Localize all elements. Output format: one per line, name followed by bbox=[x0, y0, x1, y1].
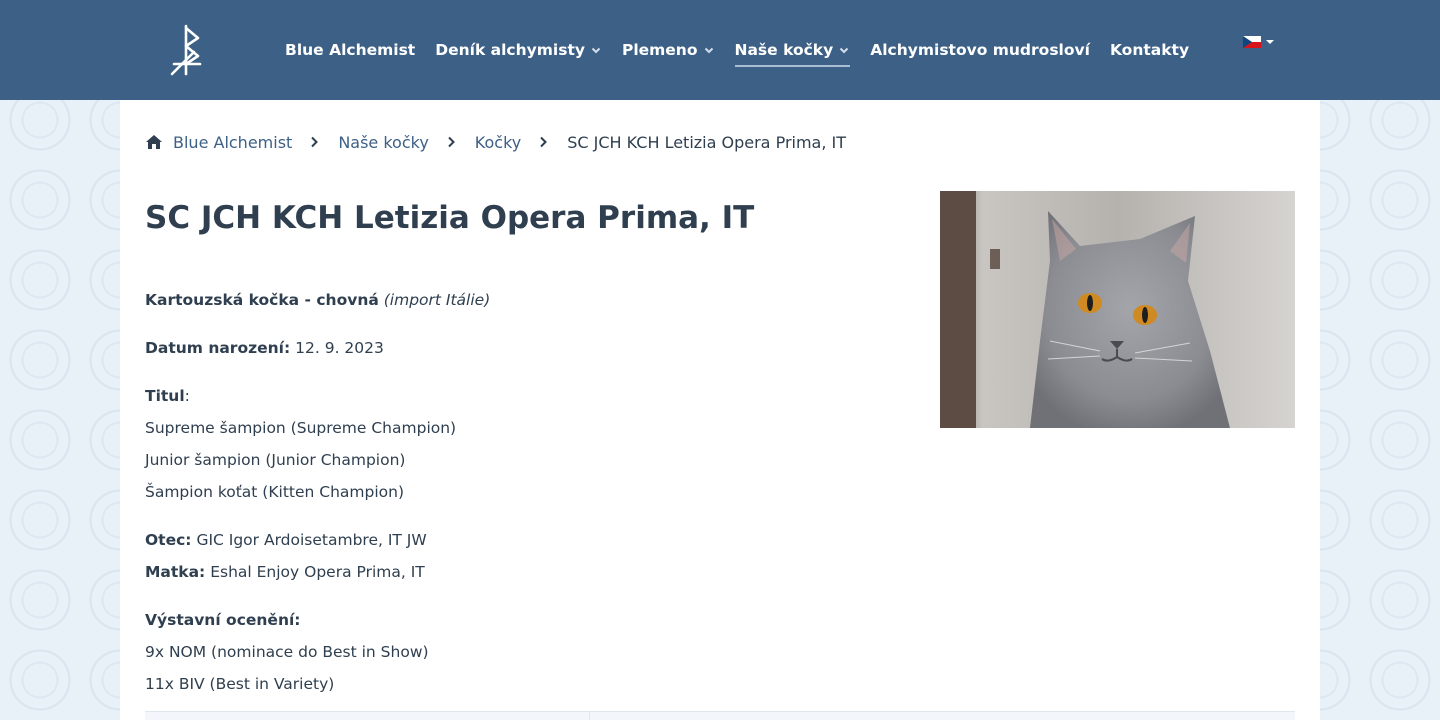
breadcrumb-link-nase-kocky[interactable]: Naše kočky bbox=[338, 133, 428, 152]
main-nav: Blue Alchemist Deník alchymisty Plemeno … bbox=[285, 0, 1209, 100]
breadcrumb-link-kocky[interactable]: Kočky bbox=[475, 133, 521, 152]
awards-label: Výstavní ocenění: bbox=[145, 611, 301, 629]
parents-block: Otec: GIC Igor Ardoisetambre, IT JW Matk… bbox=[145, 524, 905, 588]
chevron-down-icon bbox=[840, 47, 849, 54]
origin: (import Itálie) bbox=[383, 291, 491, 309]
titles-colon: : bbox=[184, 387, 190, 405]
cat-photo-image bbox=[940, 191, 1295, 428]
breadcrumb: Blue Alchemist Naše kočky Kočky SC JCH K… bbox=[145, 130, 846, 154]
nav-item-kontakty[interactable]: Kontakty bbox=[1110, 35, 1189, 65]
nav-item-blue-alchemist[interactable]: Blue Alchemist bbox=[285, 35, 415, 65]
czech-flag-icon bbox=[1243, 36, 1261, 48]
awards-block: Výstavní ocenění: 9x NOM (nominace do Be… bbox=[145, 604, 905, 700]
cat-photo[interactable] bbox=[940, 191, 1295, 428]
nav-item-alchymistovo-mudroslovi[interactable]: Alchymistovo mudrosloví bbox=[870, 35, 1090, 65]
nav-item-label: Deník alchymisty bbox=[435, 41, 585, 59]
site-header: Blue Alchemist Deník alchymisty Plemeno … bbox=[0, 0, 1440, 100]
birth-label: Datum narození: bbox=[145, 339, 291, 357]
chevron-right-icon bbox=[311, 136, 319, 148]
award-item: 9x NOM (nominace do Best in Show) bbox=[145, 643, 429, 661]
birth-value: 12. 9. 2023 bbox=[295, 339, 384, 357]
mother-label: Matka: bbox=[145, 563, 206, 581]
chevron-right-icon bbox=[448, 136, 455, 148]
title-item: Šampion koťat (Kitten Champion) bbox=[145, 483, 405, 501]
nav-item-denik-alchymisty[interactable]: Deník alchymisty bbox=[435, 35, 602, 65]
birth-line: Datum narození: 12. 9. 2023 bbox=[145, 332, 905, 364]
nav-item-plemeno[interactable]: Plemeno bbox=[622, 35, 715, 65]
caret-down-icon bbox=[1266, 40, 1274, 44]
nav-item-label: Kontakty bbox=[1109, 41, 1190, 59]
pedigree-table bbox=[145, 711, 1295, 720]
nav-item-label: Plemeno bbox=[621, 41, 698, 59]
titles-label: Titul bbox=[145, 387, 185, 405]
table-divider bbox=[589, 712, 590, 720]
page-title: SC JCH KCH Letizia Opera Prima, IT bbox=[145, 200, 755, 236]
breadcrumb-current: SC JCH KCH Letizia Opera Prima, IT bbox=[567, 132, 847, 152]
nav-item-nase-kocky[interactable]: Naše kočky bbox=[734, 35, 851, 67]
breadcrumb-link-home[interactable]: Blue Alchemist bbox=[173, 133, 292, 152]
nav-item-label: Naše kočky bbox=[734, 41, 834, 59]
title-item: Supreme šampion (Supreme Champion) bbox=[145, 419, 457, 437]
titles-block: Titul: Supreme šampion (Supreme Champion… bbox=[145, 380, 905, 508]
breed: Kartouzská kočka - chovná bbox=[145, 291, 379, 309]
chevron-right-icon bbox=[540, 136, 548, 148]
language-switcher[interactable] bbox=[1243, 36, 1274, 48]
award-item: 11x BIV (Best in Variety) bbox=[145, 675, 335, 693]
cat-info: Kartouzská kočka - chovná (import Itálie… bbox=[145, 284, 905, 716]
father-value: GIC Igor Ardoisetambre, IT JW bbox=[196, 531, 427, 549]
title-item: Junior šampion (Junior Champion) bbox=[145, 451, 406, 469]
content-panel: Blue Alchemist Naše kočky Kočky SC JCH K… bbox=[120, 100, 1320, 720]
home-icon[interactable] bbox=[145, 134, 163, 150]
mother-value: Eshal Enjoy Opera Prima, IT bbox=[210, 563, 425, 581]
chevron-down-icon bbox=[704, 47, 713, 54]
logo-rune-icon[interactable] bbox=[164, 22, 208, 78]
nav-item-label: Alchymistovo mudrosloví bbox=[870, 41, 1090, 59]
chevron-down-icon bbox=[591, 47, 601, 54]
father-label: Otec: bbox=[145, 531, 192, 549]
nav-item-label: Blue Alchemist bbox=[285, 41, 416, 59]
breed-line: Kartouzská kočka - chovná (import Itálie… bbox=[145, 284, 905, 316]
